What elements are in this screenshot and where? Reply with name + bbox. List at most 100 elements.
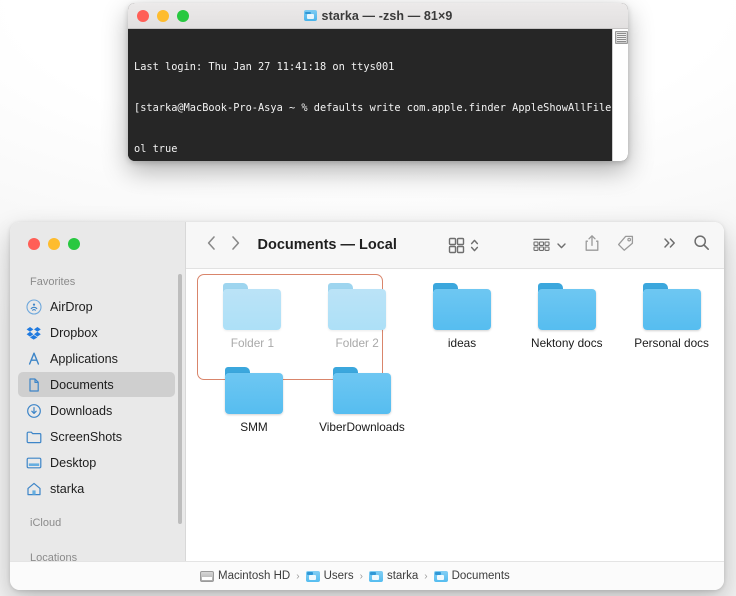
- desktop-icon: [26, 455, 42, 471]
- breadcrumb-item-documents[interactable]: Documents: [433, 570, 510, 582]
- finder-main: Favorites AirDrop Dropbox Applications D…: [10, 222, 724, 561]
- sidebar-item-label: ScreenShots: [50, 429, 123, 444]
- terminal-body[interactable]: Last login: Thu Jan 27 11:41:18 on ttys0…: [128, 29, 628, 161]
- terminal-window[interactable]: starka — -zsh — 81×9 Last login: Thu Jan…: [128, 3, 628, 161]
- view-mode-control[interactable]: [448, 237, 479, 254]
- back-button[interactable]: [200, 235, 224, 256]
- sidebar-item-screenshots[interactable]: ScreenShots: [18, 424, 175, 449]
- breadcrumb: Macintosh HD › Users › starka › Document…: [10, 561, 724, 590]
- file-item-folder-2[interactable]: Folder 2: [305, 283, 410, 350]
- terminal-scrollbar[interactable]: [612, 29, 628, 161]
- breadcrumb-label: Documents: [451, 570, 510, 582]
- terminal-zoom-button[interactable]: [177, 9, 189, 22]
- sidebar-item-label: Applications: [50, 351, 118, 366]
- finder-sidebar[interactable]: Favorites AirDrop Dropbox Applications D…: [10, 222, 186, 561]
- file-item-nektony-docs[interactable]: Nektony docs: [514, 283, 619, 350]
- terminal-minimize-button[interactable]: [157, 9, 169, 22]
- double-chevron-right-icon: [662, 235, 678, 256]
- forward-button[interactable]: [224, 235, 248, 256]
- sidebar-scroll-area[interactable]: Favorites AirDrop Dropbox Applications D…: [10, 260, 185, 561]
- downloads-icon: [26, 403, 42, 419]
- breadcrumb-label: starka: [386, 570, 419, 582]
- finder-close-button[interactable]: [28, 238, 40, 250]
- chevron-right-icon: [230, 235, 241, 256]
- folder-icon: [537, 283, 596, 330]
- file-label: Folder 1: [230, 336, 275, 350]
- applications-icon: [26, 351, 42, 367]
- sidebar-item-starka[interactable]: starka: [18, 476, 175, 501]
- search-button[interactable]: [693, 234, 710, 256]
- search-icon: [693, 234, 710, 256]
- file-item-viberdownloads[interactable]: ViberDownloads: [308, 367, 416, 434]
- terminal-line: [starka@MacBook-Pro-Asya ~ % defaults wr…: [134, 101, 612, 114]
- sidebar-item-documents[interactable]: Documents: [18, 372, 175, 397]
- chevron-down-icon[interactable]: [556, 237, 567, 254]
- sidebar-item-applications[interactable]: Applications: [18, 346, 175, 371]
- dropbox-icon: [26, 325, 42, 341]
- breadcrumb-separator: ›: [424, 570, 428, 582]
- icon-view-grid-icon[interactable]: [448, 237, 465, 254]
- chevron-up-down-icon[interactable]: [470, 237, 479, 254]
- group-by-control[interactable]: [532, 237, 567, 254]
- folder-icon: [433, 570, 448, 582]
- airdrop-icon: [26, 298, 42, 315]
- file-label: SMM: [240, 420, 268, 434]
- share-button[interactable]: [584, 234, 600, 257]
- sidebar-group-icloud-title: iCloud: [30, 517, 62, 529]
- breadcrumb-separator: ›: [359, 570, 363, 582]
- file-label: ViberDownloads: [319, 420, 405, 434]
- terminal-close-button[interactable]: [137, 9, 149, 22]
- breadcrumb-item-users[interactable]: Users: [305, 570, 354, 582]
- terminal-traffic-lights[interactable]: [137, 9, 189, 22]
- terminal-output[interactable]: Last login: Thu Jan 27 11:41:18 on ttys0…: [128, 29, 612, 161]
- sidebar-item-airdrop[interactable]: AirDrop: [18, 294, 175, 319]
- file-item-folder-1[interactable]: Folder 1: [200, 283, 305, 350]
- tag-button[interactable]: [616, 234, 635, 257]
- terminal-title-group: starka — -zsh — 81×9: [128, 9, 628, 23]
- more-toolbar-items-button[interactable]: [662, 235, 678, 256]
- file-grid-row: SMM ViberDownloads: [186, 367, 724, 434]
- chevron-left-icon: [206, 235, 217, 256]
- file-item-ideas[interactable]: ideas: [410, 283, 515, 350]
- sidebar-scrollbar[interactable]: [178, 274, 182, 524]
- tag-icon: [616, 234, 635, 257]
- share-icon: [584, 234, 600, 257]
- folder-icon: [368, 570, 383, 582]
- sidebar-item-label: Downloads: [50, 403, 113, 418]
- finder-toolbar: Documents — Local: [186, 222, 724, 269]
- folder-icon: [303, 10, 317, 21]
- file-grid-row: Folder 1 Folder 2 ideas Nektony docs Per…: [186, 283, 724, 350]
- folder-icon: [642, 283, 701, 330]
- folder-icon: [223, 283, 282, 330]
- sidebar-item-downloads[interactable]: Downloads: [18, 398, 175, 423]
- finder-traffic-lights[interactable]: [10, 222, 185, 260]
- terminal-scroll-thumb[interactable]: [615, 31, 628, 44]
- finder-zoom-button[interactable]: [68, 238, 80, 250]
- terminal-window-title: starka — -zsh — 81×9: [321, 8, 453, 23]
- terminal-titlebar[interactable]: starka — -zsh — 81×9: [128, 3, 628, 29]
- breadcrumb-label: Users: [323, 570, 354, 582]
- breadcrumb-item-starka[interactable]: starka: [368, 570, 419, 582]
- folder-icon: [328, 283, 387, 330]
- folder-icon: [26, 429, 42, 445]
- terminal-line: ol true: [134, 142, 178, 155]
- breadcrumb-separator: ›: [296, 570, 300, 582]
- terminal-line: Last login: Thu Jan 27 11:41:18 on ttys0…: [134, 61, 395, 74]
- file-label: ideas: [447, 336, 477, 350]
- file-item-smm[interactable]: SMM: [200, 367, 308, 434]
- folder-icon: [225, 367, 283, 414]
- breadcrumb-item-macintosh-hd[interactable]: Macintosh HD: [200, 570, 290, 582]
- finder-minimize-button[interactable]: [48, 238, 60, 250]
- sidebar-item-dropbox[interactable]: Dropbox: [18, 320, 175, 345]
- breadcrumb-label: Macintosh HD: [218, 570, 291, 582]
- file-grid-area[interactable]: Folder 1 Folder 2 ideas Nektony docs Per…: [186, 269, 724, 561]
- file-label: Folder 2: [335, 336, 379, 350]
- finder-window[interactable]: Favorites AirDrop Dropbox Applications D…: [10, 222, 724, 590]
- document-icon: [26, 377, 42, 393]
- folder-icon: [333, 367, 391, 414]
- file-item-personal-docs[interactable]: Personal docs: [619, 283, 724, 350]
- group-by-icon[interactable]: [532, 237, 551, 254]
- sidebar-item-desktop[interactable]: Desktop: [18, 450, 175, 475]
- folder-icon: [305, 570, 320, 582]
- sidebar-item-label: Documents: [50, 377, 114, 392]
